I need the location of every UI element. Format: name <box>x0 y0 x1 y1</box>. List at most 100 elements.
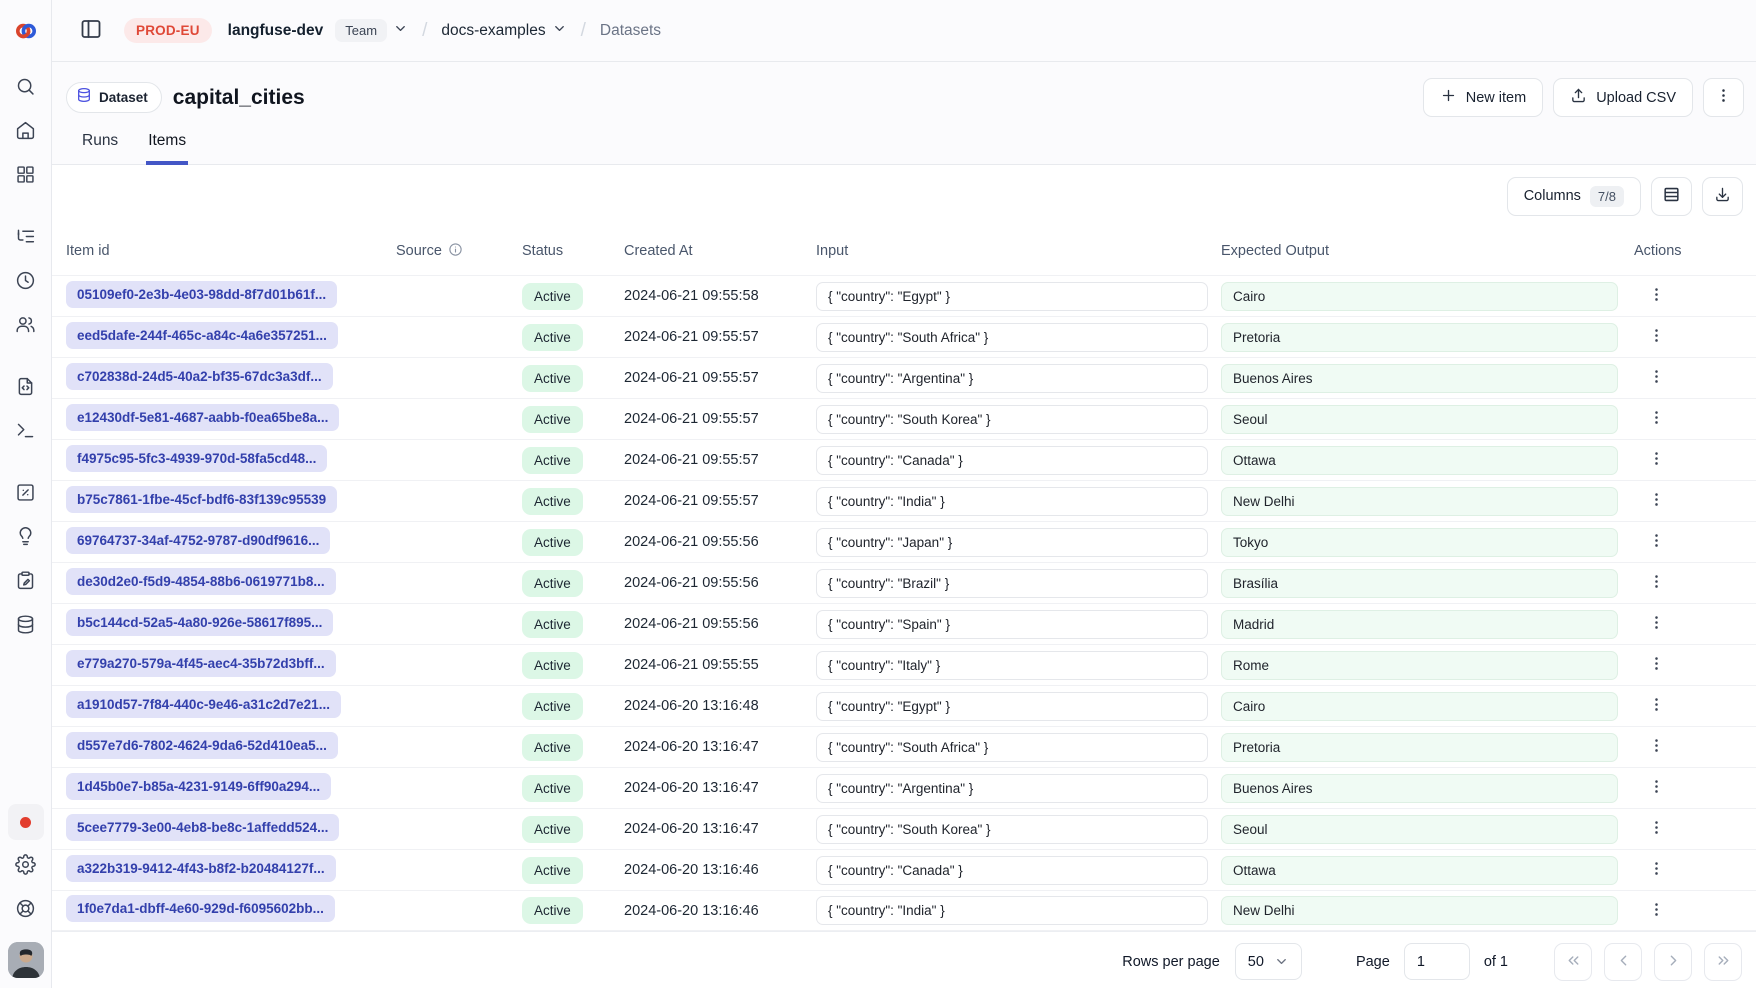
row-actions-button[interactable] <box>1642 528 1670 556</box>
row-actions-button[interactable] <box>1642 651 1670 679</box>
item-id-link[interactable]: f4975c95-5fc3-4939-970d-58fa5cd48... <box>66 445 327 472</box>
page-number-input[interactable] <box>1404 943 1470 980</box>
row-actions-button[interactable] <box>1642 774 1670 802</box>
item-id-link[interactable]: b75c7861-1fbe-45cf-bdf6-83f139c95539 <box>66 486 337 513</box>
input-value[interactable]: { "country": "Canada" } <box>816 446 1208 475</box>
item-id-link[interactable]: a1910d57-7f84-440c-9e46-a31c2d7e21... <box>66 691 341 718</box>
item-id-link[interactable]: e779a270-579a-4f45-aec4-35b72d3bff... <box>66 650 336 677</box>
org-switcher-button[interactable] <box>393 21 408 41</box>
sidebar-item-annotation[interactable] <box>8 564 44 600</box>
sidebar-item-evaluators[interactable] <box>8 476 44 512</box>
input-value[interactable]: { "country": "Egypt" } <box>816 282 1208 311</box>
row-height-button[interactable] <box>1651 177 1692 216</box>
row-actions-button[interactable] <box>1642 405 1670 433</box>
sidebar-item-tracing[interactable] <box>8 220 44 256</box>
breadcrumb-section[interactable]: Datasets <box>600 22 661 40</box>
expected-output-value[interactable]: Cairo <box>1221 692 1618 721</box>
item-id-link[interactable]: 1d45b0e7-b85a-4231-9149-6ff90a294... <box>66 773 331 800</box>
columns-button[interactable]: Columns 7/8 <box>1507 177 1641 216</box>
expected-output-value[interactable]: Rome <box>1221 651 1618 680</box>
expected-output-value[interactable]: Tokyo <box>1221 528 1618 557</box>
expected-output-value[interactable]: New Delhi <box>1221 487 1618 516</box>
expected-output-value[interactable]: Madrid <box>1221 610 1618 639</box>
sidebar-item-prompts[interactable] <box>8 370 44 406</box>
sidebar-toggle-button[interactable] <box>76 16 106 46</box>
input-value[interactable]: { "country": "Brazil" } <box>816 569 1208 598</box>
sidebar-item-datasets[interactable] <box>8 608 44 644</box>
sidebar-item-users[interactable] <box>8 308 44 344</box>
expected-output-value[interactable]: Seoul <box>1221 815 1618 844</box>
item-id-link[interactable]: de30d2e0-f5d9-4854-88b6-0619771b8... <box>66 568 336 595</box>
input-value[interactable]: { "country": "India" } <box>816 487 1208 516</box>
expected-output-value[interactable]: Pretoria <box>1221 323 1618 352</box>
sidebar-item-settings[interactable] <box>8 848 44 884</box>
row-actions-button[interactable] <box>1642 733 1670 761</box>
expected-output-value[interactable]: New Delhi <box>1221 896 1618 925</box>
tab-items[interactable]: Items <box>146 132 188 165</box>
input-value[interactable]: { "country": "Argentina" } <box>816 774 1208 803</box>
sidebar-item-search[interactable] <box>8 70 44 106</box>
dataset-actions-menu-button[interactable] <box>1703 78 1744 117</box>
input-value[interactable]: { "country": "India" } <box>816 896 1208 925</box>
first-page-button[interactable] <box>1554 943 1592 981</box>
item-id-link[interactable]: d557e7d6-7802-4624-9da6-52d410ea5... <box>66 732 338 759</box>
tab-runs[interactable]: Runs <box>80 132 120 165</box>
row-actions-button[interactable] <box>1642 815 1670 843</box>
item-id-link[interactable]: a322b319-9412-4f43-b8f2-b20484127f... <box>66 855 336 882</box>
new-item-button[interactable]: New item <box>1423 78 1543 117</box>
input-value[interactable]: { "country": "Argentina" } <box>816 364 1208 393</box>
expected-output-value[interactable]: Buenos Aires <box>1221 774 1618 803</box>
row-actions-button[interactable] <box>1642 856 1670 884</box>
item-id-link[interactable]: 69764737-34af-4752-9787-d90df9616... <box>66 527 330 554</box>
row-actions-button[interactable] <box>1642 610 1670 638</box>
user-avatar[interactable] <box>8 942 44 978</box>
input-value[interactable]: { "country": "South Africa" } <box>816 323 1208 352</box>
info-icon[interactable] <box>448 242 463 261</box>
row-actions-button[interactable] <box>1642 692 1670 720</box>
row-actions-button[interactable] <box>1642 569 1670 597</box>
sidebar-item-support[interactable] <box>8 892 44 928</box>
sidebar-item-playground[interactable] <box>8 414 44 450</box>
expected-output-value[interactable]: Pretoria <box>1221 733 1618 762</box>
input-value[interactable]: { "country": "South Africa" } <box>816 733 1208 762</box>
row-actions-button[interactable] <box>1642 282 1670 310</box>
expected-output-value[interactable]: Seoul <box>1221 405 1618 434</box>
expected-output-value[interactable]: Cairo <box>1221 282 1618 311</box>
item-id-link[interactable]: c702838d-24d5-40a2-bf35-67dc3a3df... <box>66 363 333 390</box>
item-id-link[interactable]: eed5dafe-244f-465c-a84c-4a6e357251... <box>66 322 338 349</box>
rows-per-page-select[interactable]: 50 <box>1235 943 1302 980</box>
sidebar-item-home[interactable] <box>8 114 44 150</box>
input-value[interactable]: { "country": "Italy" } <box>816 651 1208 680</box>
recording-indicator-button[interactable] <box>8 804 44 840</box>
expected-output-value[interactable]: Ottawa <box>1221 856 1618 885</box>
row-actions-button[interactable] <box>1642 897 1670 925</box>
input-value[interactable]: { "country": "South Korea" } <box>816 405 1208 434</box>
expected-output-value[interactable]: Buenos Aires <box>1221 364 1618 393</box>
expected-output-value[interactable]: Ottawa <box>1221 446 1618 475</box>
sidebar-item-dashboards[interactable] <box>8 158 44 194</box>
sidebar-item-ideas[interactable] <box>8 520 44 556</box>
row-actions-button[interactable] <box>1642 323 1670 351</box>
upload-csv-button[interactable]: Upload CSV <box>1553 78 1693 117</box>
item-id-link[interactable]: b5c144cd-52a5-4a80-926e-58617f895... <box>66 609 333 636</box>
input-value[interactable]: { "country": "Egypt" } <box>816 692 1208 721</box>
row-actions-button[interactable] <box>1642 364 1670 392</box>
last-page-button[interactable] <box>1704 943 1742 981</box>
item-id-link[interactable]: e12430df-5e81-4687-aabb-f0ea65be8a... <box>66 404 339 431</box>
input-value[interactable]: { "country": "Canada" } <box>816 856 1208 885</box>
next-page-button[interactable] <box>1654 943 1692 981</box>
previous-page-button[interactable] <box>1604 943 1642 981</box>
item-id-link[interactable]: 05109ef0-2e3b-4e03-98dd-8f7d01b61f... <box>66 281 337 308</box>
sidebar-item-sessions[interactable] <box>8 264 44 300</box>
item-id-link[interactable]: 5cee7779-3e00-4eb8-be8c-1affedd524... <box>66 814 339 841</box>
org-name[interactable]: langfuse-dev <box>228 22 324 40</box>
export-button[interactable] <box>1702 177 1743 216</box>
input-value[interactable]: { "country": "Spain" } <box>816 610 1208 639</box>
expected-output-value[interactable]: Brasília <box>1221 569 1618 598</box>
row-actions-button[interactable] <box>1642 446 1670 474</box>
row-actions-button[interactable] <box>1642 487 1670 515</box>
breadcrumb-project[interactable]: docs-examples <box>441 22 545 40</box>
input-value[interactable]: { "country": "Japan" } <box>816 528 1208 557</box>
item-id-link[interactable]: 1f0e7da1-dbff-4e60-929d-f6095602bb... <box>66 895 335 922</box>
project-switcher-button[interactable] <box>552 21 567 41</box>
